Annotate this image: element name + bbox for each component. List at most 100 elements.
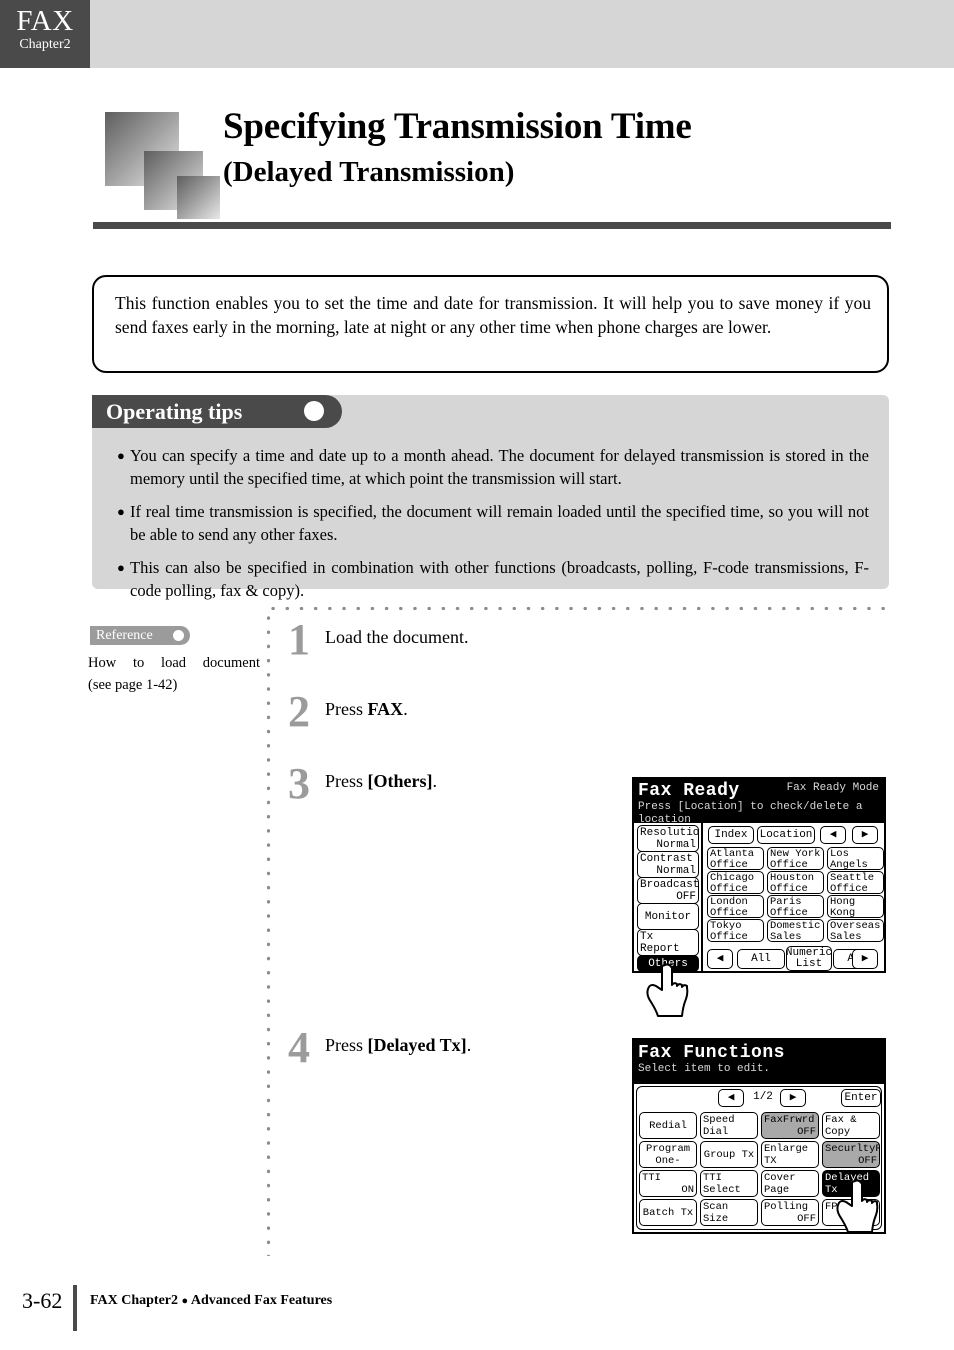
step-4-bold: [Delayed Tx]: [367, 1035, 467, 1055]
lcd-key-program-one-touch[interactable]: ProgramOne-Touch: [639, 1141, 697, 1168]
lcd-key-redial[interactable]: Redial: [639, 1112, 697, 1139]
lcd-next-group-arrow-icon[interactable]: ▶: [852, 949, 878, 969]
lcd-key-fcode-polling[interactable]: FPolling OFF: [822, 1199, 880, 1226]
fn-value: OFF: [825, 1138, 877, 1139]
lcd-location-grid: AtlantaOffice New YorkOffice Los AngelsO…: [707, 847, 884, 943]
fn-label: Polling: [764, 1201, 809, 1213]
loc-line1: Hong Kong: [830, 896, 856, 918]
operating-tips-header: Operating tips: [92, 395, 342, 428]
logo-square-small: [177, 176, 220, 219]
lcd-key-monitor[interactable]: Monitor: [637, 903, 699, 930]
step-text-4: Press [Delayed Tx].: [325, 1033, 471, 1057]
lcd-key-delayed-tx[interactable]: Delayed TxOFF: [822, 1170, 880, 1197]
lcd-key-broadcast[interactable]: Broadcast OFF: [637, 877, 699, 904]
lcd-location-key[interactable]: Paris Office: [767, 895, 824, 918]
lcd-key-index[interactable]: Index: [708, 826, 754, 844]
lcd-key-resolution[interactable]: Resolution Normal: [637, 825, 699, 852]
lcd-key-polling[interactable]: Polling OFF: [761, 1199, 819, 1226]
lcd-key-tti-select[interactable]: TTI SelectDefault: [700, 1170, 758, 1197]
lcd-location-key[interactable]: Houston Office: [767, 871, 824, 894]
lcd-titlebar-fax-functions: Fax Functions Select item to edit.: [634, 1040, 884, 1084]
step-4-prefix: Press: [325, 1035, 368, 1055]
list-item: ● You can specify a time and date up to …: [117, 444, 869, 490]
reference-badge: Reference: [90, 626, 190, 645]
fn-label: FaxFrwrd: [764, 1114, 815, 1126]
lcd-key-contrast-value: Normal: [656, 865, 696, 877]
loc-line2: Office: [770, 883, 808, 894]
reference-line-1: How to load document: [88, 655, 260, 671]
lcd-screen-fax-ready: Fax Ready Fax Ready Mode Press [Location…: [632, 777, 886, 973]
lcd-titlebar-fax-ready: Fax Ready Fax Ready Mode Press [Location…: [634, 779, 884, 839]
lcd-key-tx-report[interactable]: Tx Report OFF: [637, 929, 699, 956]
reference-line-2: (see page 1-42): [88, 677, 178, 693]
lcd-location-key[interactable]: Los AngelsOffice: [827, 847, 884, 870]
bullet-icon: ●: [117, 560, 125, 575]
lcd-key-group-tx[interactable]: Group Tx: [700, 1141, 758, 1168]
lcd-key-numeric-list[interactable]: Numeric List: [786, 946, 832, 971]
lcd-location-key[interactable]: DomesticSales Dep: [767, 919, 824, 942]
fn-value: OFF: [858, 1155, 877, 1167]
step-2-suffix: .: [403, 699, 408, 719]
lcd-location-key[interactable]: Atlanta Office: [707, 847, 764, 870]
loc-line2: Sales Dep: [770, 931, 802, 942]
lcd-fn-prev-page-arrow-icon[interactable]: ◀: [718, 1089, 744, 1107]
lcd-location-key[interactable]: Chicago Office: [707, 871, 764, 894]
footer-breadcrumb: FAX Chapter2 ● Advanced Fax Features: [90, 1292, 332, 1310]
fn-label: Scan Size: [703, 1201, 729, 1225]
step-number-1: 1: [288, 615, 310, 664]
lcd-key-fax-and-copy[interactable]: Fax & CopyOFF: [822, 1112, 880, 1139]
footer-dot-icon: ●: [181, 1295, 189, 1307]
numeric-list-line2: List: [795, 957, 823, 970]
tip-text: You can specify a time and date up to a …: [130, 446, 869, 488]
step-2-bold: FAX: [367, 699, 404, 719]
lcd-location-key[interactable]: Hong KongOffice: [827, 895, 884, 918]
bullet-icon: ●: [117, 504, 125, 519]
list-item: ● This can also be specified in combinat…: [117, 556, 869, 602]
intro-text: This function enables you to set the tim…: [115, 293, 871, 337]
loc-line2: Office: [710, 883, 748, 894]
lcd-fn-page-indicator: 1/2: [753, 1091, 773, 1103]
step-3-suffix: .: [432, 771, 438, 791]
lcd-prev-group-arrow-icon[interactable]: ◀: [707, 949, 733, 969]
loc-line1: Los Angels: [830, 848, 868, 870]
fn-label: Fax & Copy: [825, 1114, 857, 1138]
fn-label: TTI: [642, 1172, 661, 1184]
reference-badge-label: Reference: [96, 628, 153, 643]
lcd-key-speed-dial[interactable]: Speed Dial: [700, 1112, 758, 1139]
lcd-key-security-rx[interactable]: SecurltyRxOFF: [822, 1141, 880, 1168]
lcd-location-key[interactable]: OverseasSales Dep: [827, 919, 884, 942]
lcd-location-key[interactable]: London Office: [707, 895, 764, 918]
fn-value: Auto: [703, 1225, 755, 1226]
lcd-prev-page-arrow-icon[interactable]: ◀: [820, 826, 846, 844]
lcd-next-page-arrow-icon[interactable]: ▶: [852, 826, 878, 844]
loc-line2: Office: [710, 931, 748, 942]
footer-page-number: 3-62: [22, 1288, 63, 1313]
lcd-location-key[interactable]: Seattle Office: [827, 871, 884, 894]
lcd-key-broadcast-label: Broadcast: [640, 879, 699, 891]
lcd-fn-next-page-arrow-icon[interactable]: ▶: [780, 1089, 806, 1107]
page-header-bar: [0, 0, 954, 68]
lcd-key-fax-forward[interactable]: FaxFrwrd OFF: [761, 1112, 819, 1139]
tip-text: If real time transmission is specified, …: [130, 502, 869, 544]
lcd-key-batch-tx[interactable]: Batch Tx: [639, 1199, 697, 1226]
fn-value: ON: [681, 1184, 694, 1196]
lcd-location-key[interactable]: New York Office: [767, 847, 824, 870]
page-title: Specifying Transmission Time: [223, 106, 692, 147]
chapter-tab: FAX Chapter2: [0, 0, 90, 68]
fn-label: Delayed Tx: [825, 1172, 870, 1196]
lcd-key-contrast[interactable]: Contrast Normal: [637, 851, 699, 878]
lcd-location-key[interactable]: Tokyo Office: [707, 919, 764, 942]
loc-line2: Office: [830, 883, 868, 894]
step-text-1: Load the document.: [325, 625, 468, 649]
lcd-key-scan-size[interactable]: Scan SizeAuto: [700, 1199, 758, 1226]
lcd-key-tti[interactable]: TTI ON: [639, 1170, 697, 1197]
lcd-key-tx-report-label: Tx Report: [640, 931, 680, 955]
lcd-key-all[interactable]: All: [737, 949, 785, 969]
lcd-key-enlarge-tx[interactable]: Enlarge TX100%: [761, 1141, 819, 1168]
lcd-key-location[interactable]: Location: [757, 826, 815, 844]
lcd-key-others[interactable]: Others: [637, 955, 699, 972]
fn-value: OFF: [764, 1196, 816, 1197]
step-1-prefix: Load the document.: [325, 627, 469, 647]
lcd-key-cover-page[interactable]: Cover PageOFF: [761, 1170, 819, 1197]
lcd-key-enter[interactable]: Enter: [841, 1089, 881, 1107]
